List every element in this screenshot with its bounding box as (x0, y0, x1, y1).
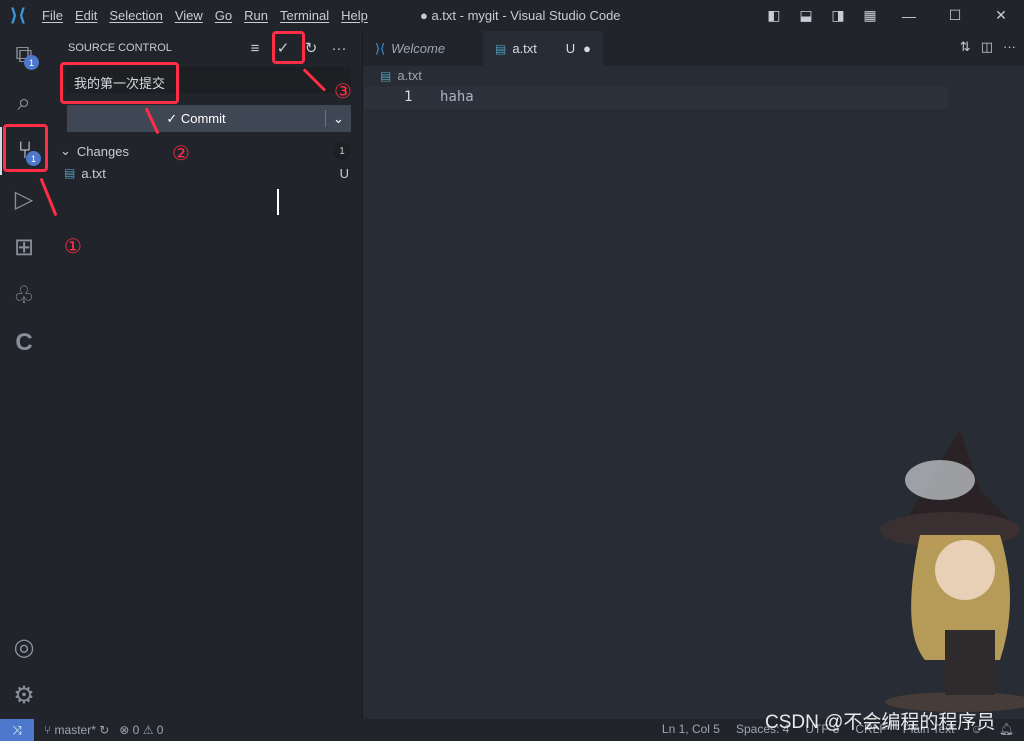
annotation-number-3: ③ (334, 81, 352, 103)
menu-view[interactable]: View (175, 8, 203, 23)
title-bar: ⟩⟨ File Edit Selection View Go Run Terminal Hel… (0, 0, 1024, 31)
line-text: haha (440, 89, 474, 105)
chevron-down-icon[interactable]: ⌄ (325, 110, 351, 127)
chevron-down-icon: ⌄ (60, 143, 71, 158)
close-button[interactable]: ✕ (978, 0, 1024, 31)
vscode-icon: ⟩⟨ (375, 40, 386, 56)
menu-edit[interactable]: Edit (75, 8, 97, 23)
split-editor-icon[interactable]: ◫ (981, 39, 993, 55)
annotation-box-commit (272, 31, 305, 64)
explorer-icon[interactable]: ⧉ 1 (0, 31, 48, 79)
file-icon: ▤ (64, 166, 76, 180)
branch-indicator[interactable]: ⑂ master* ↻ (44, 723, 109, 737)
annotation-number-1: ① (64, 236, 82, 258)
explorer-badge: 1 (24, 55, 39, 70)
menu-bar: File Edit Selection View Go Run Terminal Help (36, 8, 374, 23)
tab-welcome[interactable]: ⟩⟨ Welcome (363, 31, 483, 66)
more-actions-icon[interactable]: ··· (328, 37, 350, 59)
cursor-position[interactable]: Ln 1, Col 5 (662, 722, 720, 736)
annotation-box-message (60, 62, 179, 104)
file-name: a.txt (81, 165, 106, 181)
menu-help[interactable]: Help (341, 8, 368, 23)
breadcrumb[interactable]: ▤ a.txt (380, 68, 422, 83)
tab-status: U (565, 41, 576, 56)
file-icon: ▤ (495, 41, 507, 56)
decorative-character-image (880, 430, 1024, 712)
breadcrumb-file: a.txt (397, 68, 422, 83)
branch-name: master* (54, 723, 96, 737)
editor-tabs: ⟩⟨ Welcome ▤ a.txt U ● ⇅ ◫ ··· (363, 31, 1024, 66)
source-control-sidebar: SOURCE CONTROL ≡ ✓ ↻ ··· 我的第一次提交 ✓ Commit ⌄… (48, 31, 363, 719)
warning-count: 0 (156, 723, 164, 737)
watermark: CSDN @不会编程的程序员 (765, 712, 996, 733)
more-actions-icon[interactable]: ··· (1003, 39, 1016, 55)
maximize-button[interactable]: ☐ (932, 0, 978, 31)
changes-count: 1 (333, 142, 351, 160)
commit-label: ✓ Commit (166, 110, 226, 126)
account-icon[interactable]: ◎ (0, 623, 48, 671)
tab-label: Welcome (391, 41, 446, 56)
tab-a-txt[interactable]: ▤ a.txt U ● (483, 31, 603, 66)
file-status: U (339, 165, 349, 181)
open-changes-icon[interactable]: ⇅ (960, 39, 971, 55)
annotation-number-2: ② (172, 143, 190, 165)
toggle-sidebar-icon[interactable]: ◧ (758, 0, 790, 31)
annotation-box-scm (3, 124, 48, 172)
git-graph-icon[interactable]: ♧ (0, 271, 48, 319)
changes-label: Changes (76, 143, 129, 159)
changes-group[interactable]: ⌄ Changes 1 (60, 141, 351, 161)
error-count: 0 (132, 723, 140, 737)
menu-go[interactable]: Go (215, 8, 232, 23)
menu-file[interactable]: File (42, 8, 63, 23)
unsaved-dot-icon[interactable]: ● (583, 41, 591, 56)
file-icon: ▤ (380, 69, 392, 83)
toggle-secondary-sidebar-icon[interactable]: ◨ (822, 0, 854, 31)
menu-selection[interactable]: Selection (109, 8, 162, 23)
problems-indicator[interactable]: ⊗ 0 ⚠ 0 (119, 723, 163, 737)
notifications-bell-icon[interactable]: 🔔︎ (999, 722, 1014, 736)
view-as-tree-icon[interactable]: ≡ (244, 37, 266, 59)
vscode-logo-icon: ⟩⟨ (9, 5, 27, 25)
code-line[interactable]: 1 haha (364, 87, 948, 109)
menu-terminal[interactable]: Terminal (280, 8, 329, 23)
toggle-panel-icon[interactable]: ⬓ (790, 0, 822, 31)
line-number: 1 (404, 89, 413, 105)
menu-run[interactable]: Run (244, 8, 268, 23)
text-cursor (277, 189, 279, 215)
search-icon[interactable]: ⌕ (0, 79, 48, 127)
customize-layout-icon[interactable]: ▦ (854, 0, 886, 31)
c-extension-icon[interactable]: C (0, 319, 48, 367)
settings-gear-icon[interactable]: ⚙ (0, 671, 48, 719)
remote-icon[interactable]: ⤨ (0, 719, 34, 741)
list-item[interactable]: ▤ a.txt U (64, 163, 351, 183)
minimize-button[interactable]: — (886, 0, 932, 31)
tab-label: a.txt (512, 41, 537, 56)
commit-button[interactable]: ✓ Commit ⌄ (67, 105, 351, 132)
window-title: ● a.txt - mygit - Visual Studio Code (420, 8, 621, 23)
extensions-icon[interactable]: ⊞ (0, 223, 48, 271)
